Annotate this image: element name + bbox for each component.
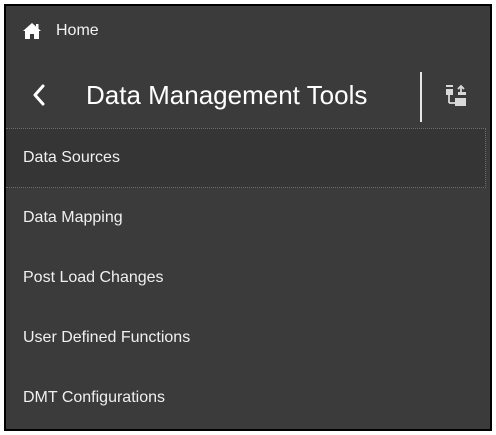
menu-item-label: Post Load Changes (23, 269, 164, 286)
navigation-panel: Home Data Management Tools Data Sources … (4, 4, 492, 431)
back-button[interactable] (28, 84, 50, 110)
menu-item-data-mapping[interactable]: Data Mapping (6, 188, 490, 248)
header-divider (420, 72, 422, 122)
tree-view-icon (444, 83, 468, 112)
home-label: Home (56, 22, 99, 39)
panel-header: Data Management Tools (6, 68, 490, 126)
menu-item-label: Data Mapping (23, 209, 123, 226)
menu-item-label: User Defined Functions (23, 329, 191, 346)
menu-item-dmt-configurations[interactable]: DMT Configurations (6, 368, 490, 428)
home-icon (22, 22, 42, 40)
tree-view-button[interactable] (442, 84, 470, 110)
page-title: Data Management Tools (86, 80, 368, 110)
menu-item-label: Data Sources (23, 149, 120, 166)
home-link[interactable]: Home (6, 6, 490, 56)
tools-menu: Data Sources Data Mapping Post Load Chan… (6, 128, 490, 428)
chevron-left-icon (32, 84, 46, 111)
menu-item-user-defined-functions[interactable]: User Defined Functions (6, 308, 490, 368)
menu-item-data-sources[interactable]: Data Sources (6, 128, 486, 188)
menu-item-label: DMT Configurations (23, 389, 165, 406)
menu-item-post-load-changes[interactable]: Post Load Changes (6, 248, 490, 308)
